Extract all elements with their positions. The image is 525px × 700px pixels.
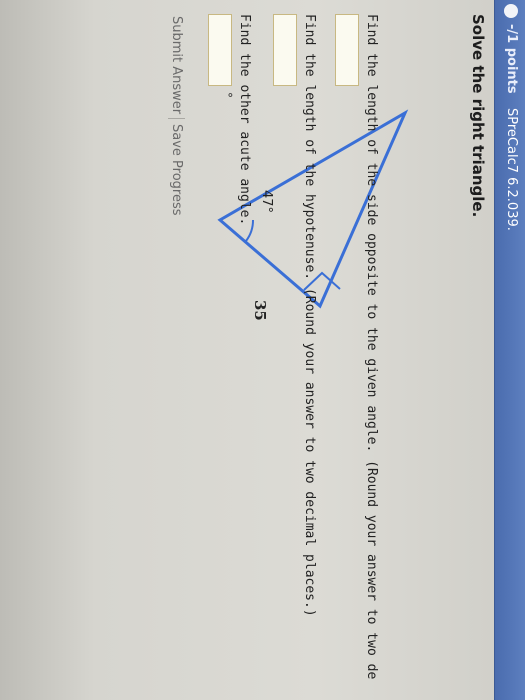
answer-input-3[interactable] [208, 14, 232, 86]
question-1-text: Find the length of the side opposite to … [364, 14, 379, 680]
photo-background: -/1 points SPreCalc7 6.2.039. Solve the … [0, 0, 525, 700]
right-triangle-diagram: 47° 35 [217, 109, 409, 321]
answer-input-2[interactable] [273, 14, 297, 86]
save-progress-button[interactable]: Save Progress [169, 124, 184, 216]
degree-unit: ° [220, 92, 234, 98]
submit-answer-button[interactable]: Submit Answer [168, 12, 185, 120]
answer-input-1[interactable] [335, 14, 359, 86]
question-2-text: Find the length of the hypotenuse. (Roun… [302, 14, 317, 617]
question-3-text: Find the other acute angle. [237, 14, 252, 226]
angle-label: 47° [259, 190, 274, 213]
side-label: 35 [251, 300, 269, 321]
question-page: -/1 points SPreCalc7 6.2.039. Solve the … [0, 0, 525, 700]
